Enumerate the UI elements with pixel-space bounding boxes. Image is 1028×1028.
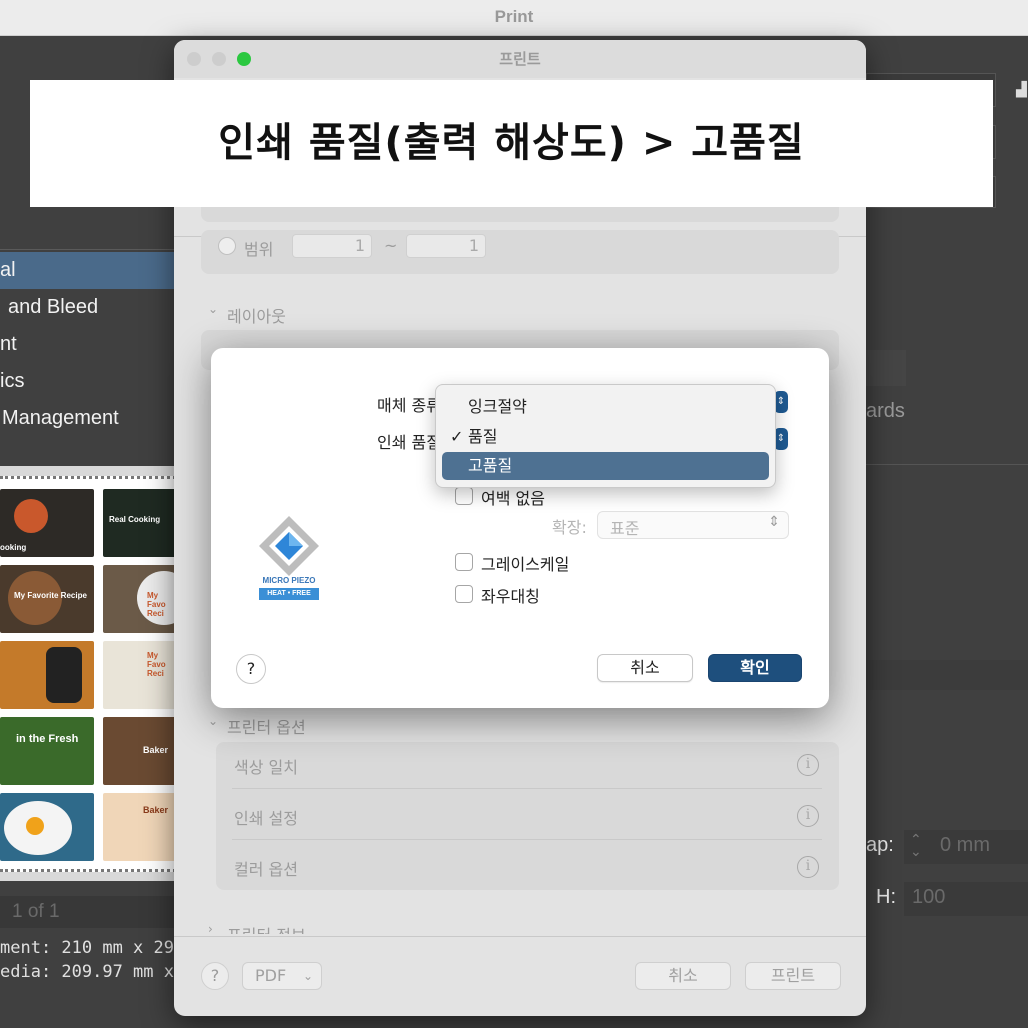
expand-select[interactable]: 표준 ⇕	[597, 511, 789, 539]
printer-options-section-title[interactable]: 프린터 옵션	[227, 714, 306, 738]
menu-item-label: 고품질	[468, 456, 513, 475]
height-value: 100	[912, 886, 946, 908]
mirror-label: 좌우대칭	[481, 587, 540, 606]
dialog-cancel-button[interactable]: 취소	[597, 654, 693, 682]
range-to-field[interactable]: 1	[406, 234, 486, 258]
thumbnail: Real Cooking	[103, 489, 176, 557]
gap-label: ap:	[866, 834, 894, 856]
range-radio[interactable]	[218, 237, 236, 255]
menu-item-high-quality[interactable]: 고품질	[442, 452, 769, 480]
right-panel-block	[866, 350, 906, 386]
menu-item-ink-saving[interactable]: 잉크절약	[442, 393, 769, 421]
menu-item-label: 잉크절약	[468, 397, 527, 416]
range-label: 범위	[244, 240, 274, 259]
thumbnail: ooking	[0, 489, 94, 557]
media-type-label: 매체 종류	[377, 396, 441, 415]
pdf-menu-button[interactable]: PDF ⌄	[242, 962, 322, 990]
print-quality-menu: 잉크절약 ✓ 품질 고품질	[435, 384, 776, 488]
print-window-title: 프린트	[499, 50, 541, 68]
no-margin-checkbox[interactable]	[455, 487, 473, 505]
pdf-button-label: PDF	[255, 966, 287, 985]
grayscale-label: 그레이스케일	[481, 555, 570, 574]
thumbnail: in the Fresh	[0, 717, 94, 785]
gap-value: 0 mm	[940, 834, 990, 856]
left-panel-item-print[interactable]: nt	[0, 326, 17, 363]
color-options-label[interactable]: 컬러 옵션	[234, 856, 298, 880]
right-panel-label-artboards: ards	[866, 400, 905, 422]
height-label: H:	[876, 886, 896, 908]
preview-paper: ooking Real Cooking My Favorite Recipe M…	[0, 476, 176, 872]
thumbnail: My Favo Reci	[103, 565, 176, 633]
print-quality-popup-arrows[interactable]: ⇕	[774, 428, 788, 450]
chevron-updown-icon: ⇕	[768, 514, 780, 530]
left-panel-item-general[interactable]: al	[0, 252, 16, 289]
logo-text: MICRO PIEZO	[262, 576, 316, 585]
left-panel-item-color-management[interactable]: Management	[2, 400, 119, 437]
mirror-checkbox[interactable]	[455, 585, 473, 603]
logo-badge: HEAT • FREE	[259, 588, 319, 600]
page-count-field[interactable]: 1 of 1	[0, 896, 176, 928]
stepper-icon[interactable]: ⌃ ⌄	[910, 833, 922, 859]
print-cancel-button[interactable]: 취소	[635, 962, 731, 990]
caption-text: 인쇄 품질(출력 해상도) > 고품질	[218, 120, 805, 166]
caption-banner: 인쇄 품질(출력 해상도) > 고품질	[30, 80, 993, 207]
chevron-down-icon[interactable]: ⌄	[208, 302, 218, 316]
menu-item-quality[interactable]: ✓ 품질	[442, 423, 769, 451]
print-quality-label: 인쇄 품질	[377, 433, 441, 452]
expand-value: 표준	[610, 519, 640, 538]
thumbnail	[0, 793, 94, 861]
menu-item-label: 품질	[468, 427, 498, 446]
print-help-button[interactable]: ?	[201, 962, 229, 990]
chevron-right-icon[interactable]: ›	[208, 922, 213, 936]
chevron-down-icon[interactable]: ⌄	[208, 714, 218, 728]
dialog-help-button[interactable]: ?	[236, 654, 266, 684]
adjust-icon[interactable]: ▟	[1016, 82, 1028, 104]
grayscale-checkbox[interactable]	[455, 553, 473, 571]
range-separator: ~	[384, 236, 398, 255]
left-panel-item-graphics[interactable]: ics	[0, 363, 24, 400]
thumbnail: My Favo Reci	[103, 641, 176, 709]
printer-info-section-title[interactable]: 프린터 정보	[227, 922, 306, 934]
option-divider	[232, 839, 822, 840]
thumbnail	[0, 641, 94, 709]
thumbnail: My Favorite Recipe	[0, 565, 94, 633]
media-type-popup-arrows[interactable]: ⇕	[774, 391, 788, 413]
right-panel-divider	[866, 464, 1028, 465]
info-icon[interactable]: i	[797, 805, 819, 827]
expand-label: 확장:	[552, 518, 587, 537]
option-divider	[232, 788, 822, 789]
printer-options-group	[216, 742, 839, 890]
print-settings-label[interactable]: 인쇄 설정	[234, 805, 298, 829]
chevron-down-icon: ⌄	[302, 969, 313, 983]
no-margin-label: 여백 없음	[481, 489, 545, 508]
thumbnail: Baker	[103, 793, 176, 861]
range-from-field[interactable]: 1	[292, 234, 372, 258]
color-matching-label[interactable]: 색상 일치	[234, 754, 298, 778]
layout-section-title[interactable]: 레이아웃	[227, 303, 286, 327]
print-button[interactable]: 프린트	[745, 962, 841, 990]
footer-divider	[174, 936, 866, 937]
checkmark-icon: ✓	[450, 427, 464, 446]
right-panel-row	[866, 660, 1028, 690]
dialog-ok-button[interactable]: 확인	[708, 654, 802, 682]
left-panel-item-bleed[interactable]: and Bleed	[8, 289, 98, 326]
info-icon[interactable]: i	[797, 754, 819, 776]
thumbnail: Baker	[103, 717, 176, 785]
left-panel-selected-row[interactable]	[0, 252, 176, 289]
left-panel-divider	[0, 249, 176, 250]
info-icon[interactable]: i	[797, 856, 819, 878]
app-title: Print	[494, 7, 534, 26]
